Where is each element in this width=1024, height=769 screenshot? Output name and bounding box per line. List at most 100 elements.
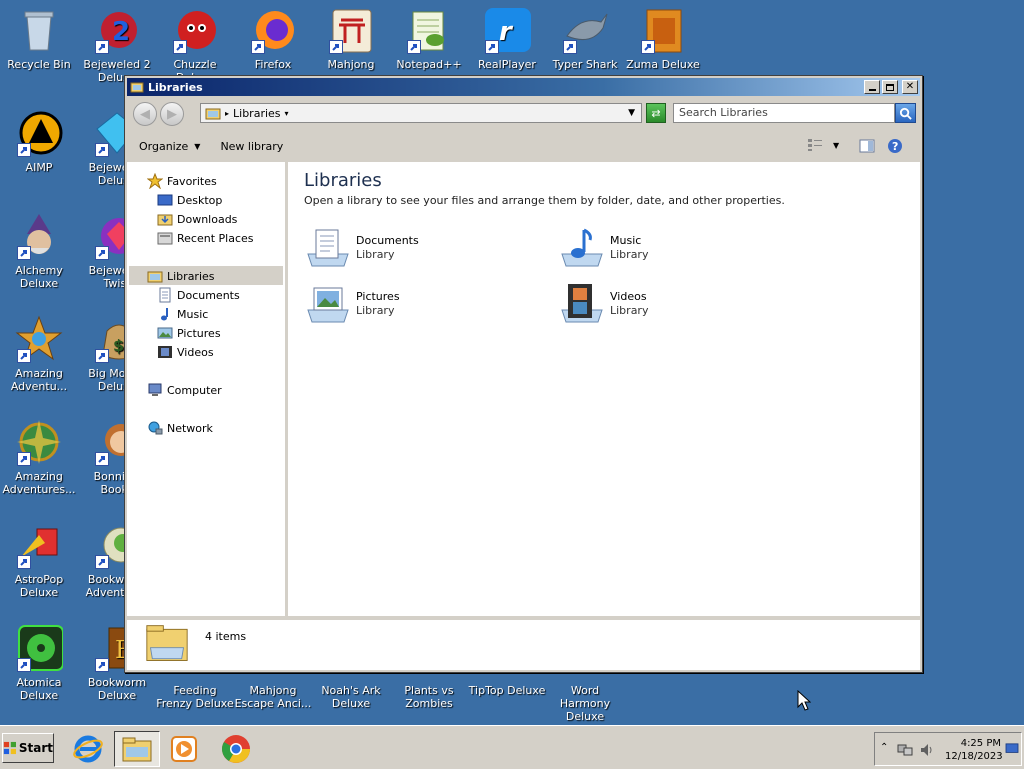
nav-documents[interactable]: Documents [157,286,240,304]
desktop-icon-aimp[interactable]: AIMP [0,103,78,174]
libraries-icon [147,271,163,283]
back-button[interactable]: ◀ [133,102,157,126]
star-icon [147,173,163,189]
maximize-icon [886,83,894,91]
navigation-pane: Favorites Desktop Downloads Recent Place… [127,162,288,616]
library-item-pictures[interactable]: Pictures Library [304,278,524,330]
navigation-bar: ◀ ▶ ▸ Libraries ▾ ▼ ⇄ Search Libraries [127,98,920,128]
desktop-icon-zuma[interactable]: Zuma Deluxe [624,0,702,71]
documents-library-icon [307,229,349,267]
nav-computer[interactable]: Computer [147,381,222,399]
nav-libraries[interactable]: Libraries [147,267,215,285]
window-titlebar[interactable]: Libraries ✕ [127,78,920,96]
taskbar-internet-explorer[interactable] [68,731,108,767]
clock-date: 12/18/2023 [945,751,1003,762]
desktop-icon-astropop[interactable]: AstroPop Deluxe [0,515,78,599]
help-icon[interactable]: ? [887,138,903,154]
library-item-music[interactable]: Music Library [558,222,778,274]
address-bar[interactable]: ▸ Libraries ▾ ▼ [200,103,642,123]
nav-desktop[interactable]: Desktop [157,191,222,209]
page-title: Libraries [304,170,382,191]
change-view-button[interactable]: ▼ [807,138,839,152]
desktop-icon-notepad-plus-plus[interactable]: Notepad++ [390,0,468,71]
show-hidden-icons-icon[interactable]: ⌃ [880,742,888,753]
windows-explorer-icon [122,737,152,762]
documents-icon [159,287,171,303]
nav-recent-places[interactable]: Recent Places [157,229,254,247]
folder-libraries-icon [130,82,144,93]
svg-text:?: ? [892,140,898,153]
view-dropdown-icon: ▼ [833,140,840,150]
search-input[interactable]: Search Libraries [673,103,895,123]
new-library-button[interactable]: New library [220,140,283,153]
desktop-icon-recycle-bin[interactable]: Recycle Bin [0,0,78,71]
desktop-icon-amazing-adventures-2[interactable]: Amazing Adventures... [0,412,78,496]
desktop-icon-amazing-adventures[interactable]: Amazing Adventu... [0,309,78,393]
nav-music[interactable]: Music [157,305,208,323]
close-icon: ✕ [905,81,915,92]
volume-icon[interactable] [919,742,935,758]
address-history-dropdown-icon[interactable]: ▼ [628,108,635,118]
library-subtitle: Library [356,304,395,317]
minimize-icon [868,88,876,91]
close-button[interactable]: ✕ [902,80,918,94]
library-item-videos[interactable]: Videos Library [558,278,778,330]
desktop-icon-typer-shark[interactable]: Typer Shark [546,0,624,71]
library-subtitle: Library [610,304,649,317]
nav-downloads[interactable]: Downloads [157,210,237,228]
nav-network[interactable]: Network [147,419,213,437]
details-pane: 4 items [127,620,920,670]
music-library-icon [561,228,603,267]
organize-dropdown-icon: ▼ [194,141,201,151]
internet-explorer-icon [73,735,103,763]
desktop-icon-chuzzle[interactable]: Chuzzle Deluxe [156,0,234,84]
taskbar-media-player[interactable] [164,731,204,767]
maximize-button[interactable] [882,80,898,94]
start-button[interactable]: Start [2,733,54,763]
show-desktop-icon[interactable] [1005,743,1019,755]
taskbar-chrome[interactable] [216,731,256,767]
preview-pane-icon[interactable] [859,139,875,153]
taskbar: Start ⌃ 4:25 PM 12/18/2023 [0,725,1024,769]
item-count: 4 items [205,630,247,643]
clock[interactable]: 4:25 PM 12/18/2023 [945,737,1003,763]
pictures-icon [157,327,173,339]
videos-library-icon [561,284,603,323]
forward-arrow-icon: ▶ [167,106,177,122]
organize-button[interactable]: Organize ▼ [139,140,200,153]
new-library-label: New library [220,139,284,153]
desktop-icon-firefox[interactable]: Firefox [234,0,312,71]
mouse-cursor-icon [797,690,811,711]
chrome-icon [222,735,250,763]
nav-videos[interactable]: Videos [157,343,214,361]
library-name: Documents [356,234,419,247]
svg-text:r: r [499,17,514,47]
library-item-documents[interactable]: Documents Library [304,222,524,274]
recent-places-icon [157,232,173,245]
nav-pictures[interactable]: Pictures [157,324,221,342]
recycle-bin-icon [24,11,54,51]
libraries-folder-icon [205,108,221,120]
downloads-folder-icon [157,214,173,226]
library-subtitle: Library [356,248,395,261]
pictures-library-icon [307,287,349,323]
desktop-icon-realplayer[interactable]: r RealPlayer [468,0,546,71]
start-label: Start [18,741,53,755]
nav-favorites[interactable]: Favorites [147,172,217,190]
search-button[interactable] [895,103,916,123]
desktop-icon-atomica[interactable]: Atomica Deluxe [0,618,78,702]
library-subtitle: Library [610,248,649,261]
command-bar: Organize ▼ New library ▼ ? [127,132,920,160]
desktop-icon [157,194,173,206]
library-name: Pictures [356,290,400,303]
refresh-button[interactable]: ⇄ [646,103,666,123]
desktop-icon-bejeweled-2[interactable]: 2 Bejeweled 2 Deluxe [78,0,156,84]
taskbar-windows-explorer[interactable] [114,731,160,767]
minimize-button[interactable] [864,80,880,94]
desktop-icon-mahjong[interactable]: Mahjong [312,0,390,71]
desktop-icon-alchemy[interactable]: Alchemy Deluxe [0,206,78,290]
network-status-icon[interactable] [897,742,913,758]
forward-button[interactable]: ▶ [160,102,184,126]
breadcrumb-dropdown-icon[interactable]: ▾ [285,109,289,118]
breadcrumb-libraries[interactable]: Libraries [233,107,281,120]
